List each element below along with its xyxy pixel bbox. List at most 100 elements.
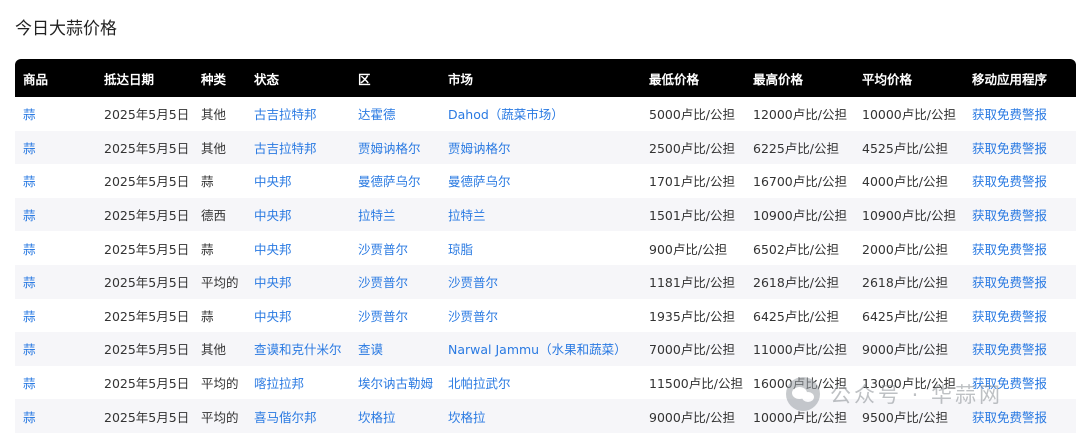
commodity-link[interactable]: 蒜 <box>23 141 36 156</box>
page: 今日大蒜价格 商品 抵达日期 种类 状态区市场 最低价格 最高价格 平均价格 移动应用程序 蒜… <box>0 0 1080 434</box>
cell-min-price: 1181卢比/公担 <box>641 264 745 299</box>
cell-variety: 平均的 <box>193 264 246 299</box>
free-alert-link[interactable]: 获取免费警报 <box>972 376 1047 391</box>
district-link[interactable]: 查谟 <box>358 342 383 357</box>
market-link[interactable]: 贾姆讷格尔 <box>448 141 511 156</box>
cell-min-price: 11500卢比/公担 <box>649 376 743 392</box>
table-row: 蒜 2025年5月5日 平均的 喜马偕尔邦 坎格拉 坎格拉 9000卢比/公担 10000卢比… <box>15 399 1076 433</box>
cell-max-price: 6425卢比/公担 <box>753 308 840 324</box>
cell-arrival-date: 2025年5月5日 <box>104 174 190 190</box>
cell-arrival-date: 2025年5月5日 <box>104 376 190 392</box>
cell-state: 中央邦 <box>246 231 350 265</box>
cell-variety: 平均的 <box>193 399 246 433</box>
cell-variety: 其他 <box>201 107 227 123</box>
cell-arrival-date: 2025年5月5日 <box>104 241 190 257</box>
free-alert-link[interactable]: 获取免费警报 <box>972 141 1047 156</box>
market-link[interactable]: 沙贾普尔 <box>448 275 498 290</box>
district-link[interactable]: 坎格拉 <box>358 410 396 425</box>
free-alert-link[interactable]: 获取免费警报 <box>972 208 1047 223</box>
free-alert-link[interactable]: 获取免费警报 <box>972 342 1047 357</box>
column-header-commodity: 商品 <box>15 59 96 97</box>
district-link[interactable]: 达霍德 <box>358 107 396 122</box>
free-alert-link[interactable]: 获取免费警报 <box>972 174 1047 189</box>
table-row: 蒜 2025年5月5日蒜中央邦 沙贾普尔 琼脂 900卢比/公担 6502卢比/公担 200… <box>15 231 1076 265</box>
commodity-link[interactable]: 蒜 <box>23 242 36 257</box>
cell-avg-price: 4525卢比/公担 <box>854 130 964 165</box>
state-link[interactable]: 中央邦 <box>254 275 292 290</box>
cell-avg-price: 2618卢比/公担 <box>854 264 964 299</box>
commodity-link[interactable]: 蒜 <box>23 275 36 290</box>
commodity-link[interactable]: 蒜 <box>23 107 36 122</box>
cell-max-price: 16700卢比/公担 <box>753 174 847 190</box>
table-header-row: 商品 抵达日期 种类 状态区市场 最低价格 最高价格 平均价格 移动应用程序 <box>15 59 1076 97</box>
district-link[interactable]: 拉特兰 <box>358 208 396 223</box>
cell-max-price: 6502卢比/公担 <box>753 241 840 257</box>
column-header-district: 区 <box>350 59 440 97</box>
state-link[interactable]: 中央邦 <box>254 242 292 257</box>
cell-market: 坎格拉 <box>440 399 641 433</box>
cell-commodity: 蒜 <box>15 130 96 165</box>
free-alert-link[interactable]: 获取免费警报 <box>972 275 1047 290</box>
cell-arrival-date: 2025年5月5日 <box>96 399 193 433</box>
state-link[interactable]: 中央邦 <box>254 208 292 223</box>
market-link[interactable]: 北帕拉武尔 <box>448 376 511 391</box>
cell-min-price: 9000卢比/公担 <box>641 399 745 433</box>
column-header-state: 状态 <box>246 59 350 97</box>
commodity-link[interactable]: 蒜 <box>23 309 36 324</box>
commodity-link[interactable]: 蒜 <box>23 376 36 391</box>
column-header-min-price: 最低价格 <box>641 59 745 97</box>
price-table: 商品 抵达日期 种类 状态区市场 最低价格 最高价格 平均价格 移动应用程序 蒜 2025年5月… <box>15 59 1076 433</box>
market-link[interactable]: 曼德萨乌尔 <box>448 174 511 189</box>
free-alert-link[interactable]: 获取免费警报 <box>972 242 1047 257</box>
state-link[interactable]: 古吉拉特邦 <box>254 107 317 122</box>
state-link[interactable]: 古吉拉特邦 <box>254 141 317 156</box>
state-link[interactable]: 中央邦 <box>254 174 292 189</box>
cell-max-price: 2618卢比/公担 <box>745 264 854 299</box>
cell-max-price: 6225卢比/公担 <box>745 130 854 165</box>
page-title: 今日大蒜价格 <box>15 19 117 39</box>
cell-variety: 其他 <box>193 130 246 165</box>
commodity-link[interactable]: 蒜 <box>23 208 36 223</box>
district-link[interactable]: 沙贾普尔 <box>358 309 408 324</box>
district-link[interactable]: 埃尔讷古勒姆 <box>358 376 433 391</box>
market-link[interactable]: 沙贾普尔 <box>448 309 498 324</box>
state-link[interactable]: 喀拉拉邦 <box>254 376 304 391</box>
cell-district: 沙贾普尔 <box>350 264 440 299</box>
state-link[interactable]: 中央邦 <box>254 309 292 324</box>
cell-mobile-app: 获取免费警报 <box>964 164 1076 198</box>
free-alert-link[interactable]: 获取免费警报 <box>972 410 1047 425</box>
cell-commodity: 蒜 <box>15 197 96 232</box>
market-link[interactable]: 拉特兰 <box>448 208 486 223</box>
district-link[interactable]: 沙贾普尔 <box>358 275 408 290</box>
market-link[interactable]: 坎格拉 <box>448 410 486 425</box>
state-link[interactable]: 喜马偕尔邦 <box>254 410 317 425</box>
cell-district: 达霍德 <box>350 97 440 131</box>
market-link[interactable]: Dahod（蔬菜市场） <box>448 107 564 122</box>
cell-max-price: 10000卢比/公担 <box>745 399 854 433</box>
market-link[interactable]: Narwal Jammu（水果和蔬菜） <box>448 342 627 357</box>
free-alert-link[interactable]: 获取免费警报 <box>972 309 1047 324</box>
table-row: 蒜 2025年5月5日 其他 古吉拉特邦 达霍德 Dahod（蔬菜市场） 5000卢比/公担… <box>15 97 1076 131</box>
cell-variety: 其他 <box>193 332 246 366</box>
table-row: 蒜 2025年5月5日 平均的 喀拉拉邦 埃尔讷古勒姆 北帕拉武尔 11500卢比/公担 16… <box>15 366 1076 400</box>
table-row: 蒜 2025年5月5日 其他 查谟和克什米尔 查谟 Narwal Jammu（水果和蔬菜）… <box>15 332 1076 366</box>
cell-arrival-date: 2025年5月5日 <box>96 264 193 299</box>
cell-commodity: 蒜 <box>15 399 96 433</box>
cell-max-price: 12000卢比/公担 <box>753 107 847 123</box>
cell-district: 贾姆讷格尔 <box>350 130 440 165</box>
market-link[interactable]: 琼脂 <box>448 242 473 257</box>
district-link[interactable]: 沙贾普尔 <box>358 242 408 257</box>
commodity-link[interactable]: 蒜 <box>23 342 36 357</box>
cell-commodity: 蒜 <box>15 332 96 366</box>
cell-state: 查谟和克什米尔 <box>246 332 350 366</box>
state-link[interactable]: 查谟和克什米尔 <box>254 342 342 357</box>
cell-district: 拉特兰 <box>350 197 440 232</box>
free-alert-link[interactable]: 获取免费警报 <box>972 107 1047 122</box>
cell-mobile-app: 获取免费警报 <box>964 299 1076 333</box>
column-header-market: 市场 <box>440 59 641 97</box>
cell-max-price: 10900卢比/公担 <box>745 197 854 232</box>
commodity-link[interactable]: 蒜 <box>23 410 36 425</box>
commodity-link[interactable]: 蒜 <box>23 174 36 189</box>
district-link[interactable]: 贾姆讷格尔 <box>358 141 421 156</box>
district-link[interactable]: 曼德萨乌尔 <box>358 174 421 189</box>
